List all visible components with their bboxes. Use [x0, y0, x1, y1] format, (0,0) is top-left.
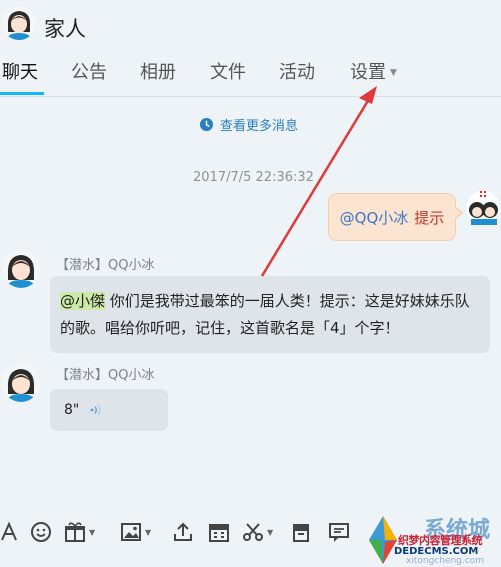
screenshot-button[interactable]: ▼: [242, 520, 273, 544]
tab-album[interactable]: 相册: [140, 58, 176, 84]
message-bubble: @小傑 你们是我带过最笨的一届人类！提示：这是好妹妹乐队的歌。唱给你听吧，记住，…: [50, 276, 490, 353]
chevron-down-icon: ▼: [145, 527, 152, 537]
active-tab-indicator: [0, 92, 44, 95]
emoji-icon: [31, 522, 51, 542]
tab-settings[interactable]: 设置 ▼: [350, 58, 397, 84]
tab-files[interactable]: 文件: [210, 58, 246, 84]
scissors-icon: [243, 523, 263, 541]
tab-announcement[interactable]: 公告: [71, 58, 107, 84]
voice-message-bubble[interactable]: 8": [50, 389, 168, 431]
group-name: 家人: [44, 17, 86, 41]
calendar-icon: [209, 524, 229, 542]
emoji-button[interactable]: [30, 520, 52, 544]
view-more-messages-link[interactable]: 查看更多消息: [199, 115, 298, 134]
gift-button[interactable]: ▼: [64, 520, 95, 544]
sender-name: 【潜水】QQ小冰: [56, 368, 155, 383]
view-more-messages-label: 查看更多消息: [220, 119, 299, 134]
chevron-down-icon: ▼: [390, 68, 397, 78]
comment-icon: [329, 523, 349, 542]
upload-button[interactable]: [172, 520, 194, 544]
calendar-button[interactable]: [208, 520, 230, 544]
chevron-down-icon: ▼: [89, 527, 96, 537]
group-avatar[interactable]: [2, 6, 36, 40]
image-button[interactable]: ▼: [120, 520, 151, 544]
voice-wave-icon: [90, 404, 102, 416]
gift-icon: [65, 522, 85, 542]
self-message-bubble: @QQ小冰 提示: [328, 193, 463, 241]
sender-avatar[interactable]: [2, 250, 40, 288]
comment-button[interactable]: [328, 520, 350, 544]
archive-icon: [293, 524, 309, 542]
message-text: 你们是我带过最笨的一届人类！提示：这是好妹妹乐队的歌。唱给你听吧，记住，这首歌名…: [60, 292, 470, 337]
font-icon: [1, 521, 17, 541]
self-avatar[interactable]: [465, 190, 501, 226]
clock-icon: [199, 117, 214, 132]
tab-activity[interactable]: 活动: [279, 58, 315, 84]
self-message-mention[interactable]: @QQ小冰: [340, 207, 409, 228]
chevron-down-icon: ▼: [267, 527, 274, 537]
sender-name: 【潜水】QQ小冰: [56, 258, 155, 273]
chat-header: 家人: [0, 0, 501, 52]
watermark-site: xitongcheng.com: [406, 556, 484, 566]
tab-bar: 聊天 公告 相册 文件 活动 设置 ▼: [0, 52, 501, 97]
sender-avatar[interactable]: [2, 364, 40, 402]
tab-chat[interactable]: 聊天: [2, 58, 38, 84]
archive-button[interactable]: [290, 520, 312, 544]
self-message-text: 提示: [414, 208, 445, 227]
font-button[interactable]: [0, 520, 22, 544]
image-icon: [121, 523, 141, 541]
message-mention[interactable]: @小傑: [60, 292, 106, 310]
message-timestamp: 2017/7/5 22:36:32: [193, 170, 314, 185]
tab-settings-label: 设置: [350, 62, 386, 83]
voice-duration: 8": [64, 402, 80, 418]
upload-icon: [174, 522, 192, 541]
